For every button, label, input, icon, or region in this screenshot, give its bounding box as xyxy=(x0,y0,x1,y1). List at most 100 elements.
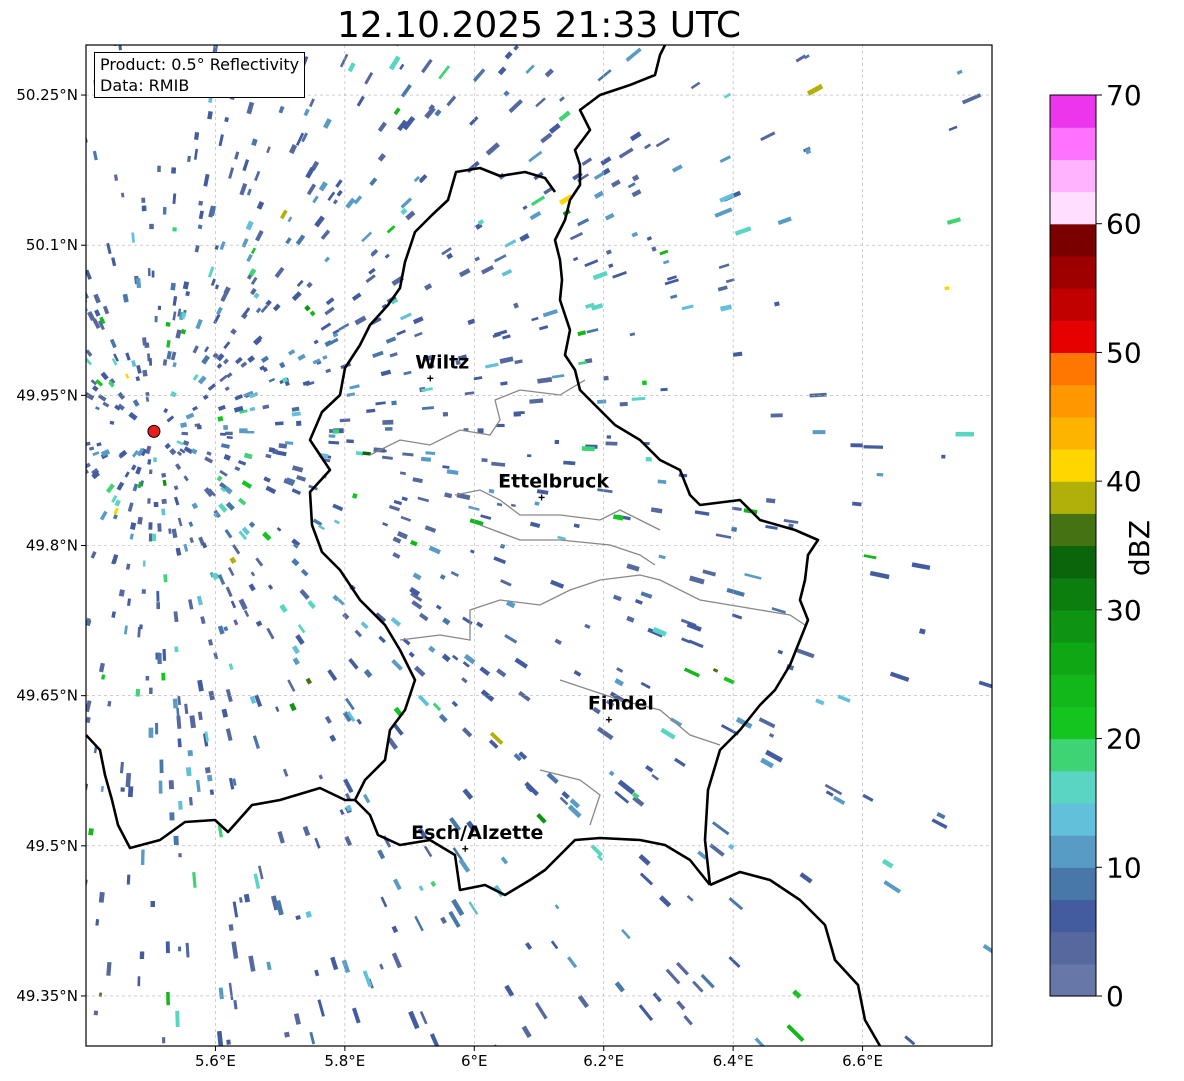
echo-gate xyxy=(157,165,161,173)
echo-gate xyxy=(73,522,79,528)
echo-gate xyxy=(126,874,131,885)
lon-tick-label: 6.2°E xyxy=(583,1052,624,1070)
echo-gate xyxy=(142,560,146,567)
colorbar-swatch xyxy=(1050,706,1096,740)
colorbar-swatch xyxy=(1050,577,1096,611)
echo-gate xyxy=(226,1039,231,1045)
echo-gate xyxy=(603,375,609,381)
echo-gate xyxy=(163,574,168,583)
colorbar-swatch xyxy=(1050,481,1096,514)
echo-gate xyxy=(641,380,647,386)
colorbar-swatch xyxy=(1050,513,1096,547)
echo-gate xyxy=(645,457,652,462)
echo-gate xyxy=(168,780,175,790)
echo-gate xyxy=(850,443,863,448)
echo-gate xyxy=(79,410,85,415)
colorbar-tick-label: 70 xyxy=(1106,79,1142,112)
echo-gate xyxy=(172,227,177,232)
echo-gate xyxy=(382,449,387,453)
echo-gate xyxy=(79,441,85,446)
echo-gate xyxy=(155,722,159,735)
colorbar-swatch xyxy=(1050,963,1096,997)
echo-gate xyxy=(75,338,83,347)
colorbar-swatch xyxy=(1050,899,1096,933)
echo-gate xyxy=(268,447,275,453)
colorbar-tick-label: 30 xyxy=(1106,594,1142,627)
echo-gate xyxy=(162,206,167,215)
echo-gate xyxy=(161,472,167,478)
echo-gate xyxy=(142,369,148,377)
colorbar-swatch xyxy=(1050,223,1096,257)
echo-gate xyxy=(76,769,82,779)
echo-gate xyxy=(77,273,85,284)
lon-tick-label: 5.6°E xyxy=(195,1052,236,1070)
colorbar-tick-label: 60 xyxy=(1106,208,1142,241)
colorbar-label: dBZ xyxy=(1123,519,1156,577)
colorbar-tick-label: 50 xyxy=(1106,336,1142,369)
echo-gate xyxy=(79,1043,83,1048)
colorbar-swatch xyxy=(1050,95,1096,128)
city-label: Ettelbruck xyxy=(498,470,609,492)
echo-gate xyxy=(161,498,167,505)
colorbar-swatch xyxy=(1050,770,1096,804)
echo-gate xyxy=(217,416,224,422)
echo-gate xyxy=(171,167,177,174)
echo-gate xyxy=(148,522,153,530)
echo-gate xyxy=(78,409,85,414)
echo-gate xyxy=(581,446,595,452)
echo-gate xyxy=(120,787,125,792)
echo-gate xyxy=(148,727,154,738)
echo-gate xyxy=(274,421,284,426)
echo-gate xyxy=(863,445,884,449)
echo-gate xyxy=(220,432,227,436)
echo-gate xyxy=(80,589,86,596)
echo-gate xyxy=(384,427,393,431)
echo-gate xyxy=(153,457,157,463)
echo-gate xyxy=(169,812,175,821)
echo-gate xyxy=(162,1037,166,1044)
echo-gate xyxy=(75,269,80,276)
colorbar-swatch xyxy=(1050,320,1096,354)
echo-gate xyxy=(121,192,125,198)
echo-gate xyxy=(394,45,406,47)
echo-gate xyxy=(175,1010,180,1028)
echo-gate xyxy=(159,759,164,774)
lon-tick-label: 6°E xyxy=(461,1052,488,1070)
colorbar-swatch xyxy=(1050,127,1096,160)
echo-gate xyxy=(197,224,203,230)
echo-gate xyxy=(172,698,178,709)
echo-gate xyxy=(346,439,354,444)
echo-gate xyxy=(170,282,176,291)
echo-gate xyxy=(731,526,738,532)
colorbar-swatch xyxy=(1050,738,1096,772)
echo-gate xyxy=(296,420,302,426)
echo-gate xyxy=(198,200,204,206)
echo-gate xyxy=(324,31,333,43)
echo-gate xyxy=(226,435,233,439)
echo-gate xyxy=(145,391,150,397)
echo-gate xyxy=(141,197,146,203)
echo-gate xyxy=(187,749,193,757)
echo-gate xyxy=(178,853,182,858)
echo-gate xyxy=(166,991,170,1006)
colorbar-swatch xyxy=(1050,642,1096,675)
lat-tick-label: 50.1°N xyxy=(26,236,78,254)
city-label: Wiltz xyxy=(415,351,469,373)
echo-gate xyxy=(332,429,339,434)
echo-gate xyxy=(382,419,394,425)
echo-gate xyxy=(606,435,612,439)
echo-gate xyxy=(391,400,397,406)
echo-gate xyxy=(941,454,946,459)
colorbar-swatch xyxy=(1050,545,1096,579)
echo-gate xyxy=(156,591,160,602)
echo-gate xyxy=(239,428,248,434)
data-source-label: Data: RMIB xyxy=(100,76,190,95)
colorbar-swatch xyxy=(1050,255,1096,289)
echo-gate xyxy=(76,484,82,490)
echo-gate xyxy=(770,413,783,418)
echo-gate xyxy=(442,411,449,417)
echo-gate xyxy=(584,31,592,39)
echo-gate xyxy=(185,767,192,777)
echo-gate xyxy=(118,45,122,51)
echo-gate xyxy=(80,181,85,188)
